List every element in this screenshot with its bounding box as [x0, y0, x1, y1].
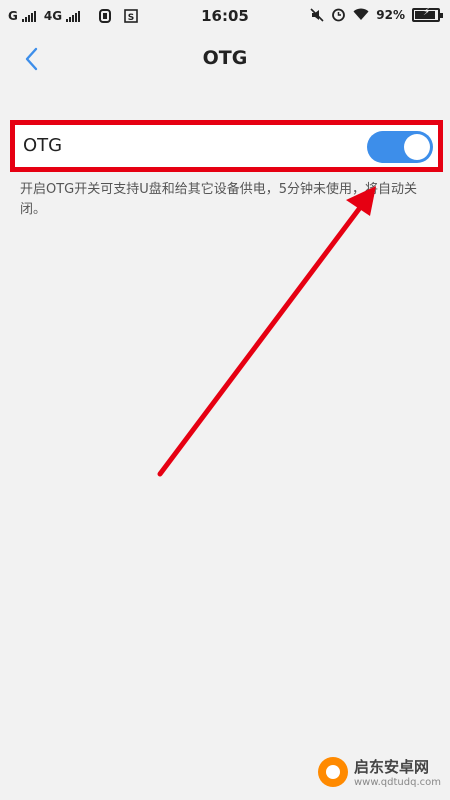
watermark-logo-icon — [318, 757, 348, 787]
mute-icon — [310, 7, 324, 22]
battery-icon: ⚡ — [412, 6, 443, 22]
header-bar: OTG — [0, 32, 450, 87]
watermark: 启东安卓网 www.qdtudq.com — [318, 756, 441, 788]
otg-description: 开启OTG开关可支持U盘和给其它设备供电，5分钟未使用，将自动关闭。 — [20, 182, 418, 217]
status-right: 92% ⚡ — [310, 6, 443, 22]
watermark-url: www.qdtudq.com — [354, 777, 441, 788]
otg-setting-row[interactable]: OTG — [10, 120, 443, 172]
otg-label: OTG — [23, 135, 63, 156]
battery-percent: 92% — [376, 7, 405, 22]
arrow-shaft — [157, 202, 365, 477]
page-title: OTG — [202, 47, 248, 69]
otg-toggle[interactable] — [367, 131, 433, 163]
toggle-knob — [404, 134, 430, 160]
watermark-title: 启东安卓网 — [354, 758, 430, 776]
wifi-icon — [353, 8, 369, 20]
alarm-icon — [332, 8, 346, 22]
watermark-text: 启东安卓网 www.qdtudq.com — [354, 756, 441, 788]
charging-icon: ⚡ — [423, 6, 431, 18]
status-bar: G 4G S 16:05 92% ⚡ — [0, 0, 450, 32]
